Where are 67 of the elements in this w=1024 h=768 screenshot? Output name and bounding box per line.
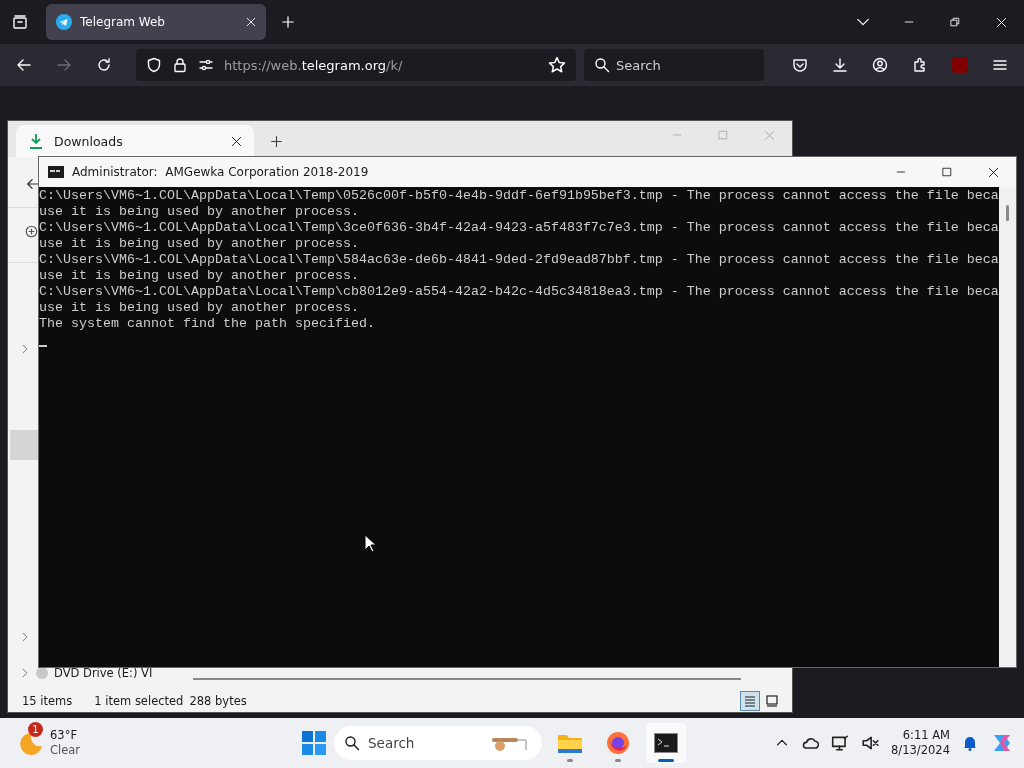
- pocket-icon[interactable]: [792, 57, 808, 73]
- reload-icon[interactable]: [96, 57, 112, 73]
- download-icon[interactable]: [832, 57, 848, 73]
- telegram-icon: [56, 14, 72, 30]
- download-icon: [28, 133, 44, 149]
- terminal-icon: [654, 733, 678, 753]
- chevron-right-icon: [20, 344, 30, 354]
- selection-info: 1 item selected: [94, 694, 184, 708]
- console-icon: [48, 166, 64, 178]
- console-line: use it is being used by another process.: [39, 204, 360, 220]
- permissions-icon[interactable]: [198, 57, 214, 73]
- chevron-right-icon: [20, 668, 30, 678]
- extensions-icon[interactable]: [912, 57, 928, 73]
- firefox-icon: [606, 731, 630, 755]
- maximize-icon[interactable]: [942, 167, 952, 177]
- folder-icon: [557, 732, 583, 754]
- search-field[interactable]: Search: [584, 49, 764, 81]
- add-circle-icon[interactable]: [25, 225, 38, 238]
- console-line: The system cannot find the path specified.: [39, 316, 376, 332]
- close-icon[interactable]: [987, 166, 999, 178]
- search-icon: [344, 735, 360, 751]
- search-icon: [594, 57, 610, 73]
- clock-date[interactable]: 8/13/2024: [891, 743, 950, 758]
- tab-list-icon[interactable]: [12, 14, 28, 30]
- menu-icon[interactable]: [992, 57, 1008, 73]
- console-line: C:\Users\VM6~1.COL\AppData\Local\Temp\3ce0f636-3b4f-42a4-9423-a5f483f7c7e3.tmp - The process cannot access the file beca: [39, 220, 999, 236]
- bookmark-star-icon[interactable]: [548, 56, 566, 74]
- text-cursor: [39, 345, 47, 347]
- account-icon[interactable]: [872, 57, 888, 73]
- nav-item[interactable]: DVD Drive (E:) VI: [54, 666, 153, 680]
- horizontal-scrollbar[interactable]: [193, 678, 741, 680]
- console-line: C:\Users\VM6~1.COL\AppData\Local\Temp\584ac63e-de6b-4841-9ded-2fd9ead87bbf.tmp - The process cannot access the file beca: [39, 252, 999, 268]
- window-title: Administrator: AMGewka Corporation 2018-2019: [72, 165, 369, 179]
- mouse-pointer-icon: [364, 534, 376, 553]
- console-line: use it is being used by another process.: [39, 268, 360, 284]
- plus-icon[interactable]: [269, 134, 283, 148]
- explorer-tab[interactable]: Downloads: [16, 125, 254, 157]
- start-icon[interactable]: [302, 731, 326, 755]
- chevron-right-icon: [20, 632, 30, 642]
- speaker-muted-icon[interactable]: [861, 734, 880, 752]
- list-icon: [744, 695, 756, 707]
- console-line: C:\Users\VM6~1.COL\AppData\Local\Temp\cb8012e9-a554-42a2-b42c-4d5c34818ea3.tmp - The process cannot access the file beca: [39, 284, 999, 300]
- back-arrow-icon[interactable]: [26, 177, 40, 191]
- temperature: 63°F: [50, 728, 78, 743]
- console-line: use it is being used by another process.: [39, 236, 360, 252]
- weather-condition: Clear: [50, 743, 81, 758]
- taskbar-app-button[interactable]: [646, 723, 686, 763]
- selected-row: [10, 430, 39, 460]
- console-line: C:\Users\VM6~1.COL\AppData\Local\Temp\0526c00f-b5f0-4e4b-9ddf-6ef91b95bef3.tmp - The process cannot access the file beca: [39, 188, 999, 204]
- restore-icon[interactable]: [950, 17, 960, 27]
- bell-icon[interactable]: [962, 735, 978, 751]
- details-view-button[interactable]: [740, 691, 760, 711]
- taskbar-search-field[interactable]: Search: [334, 726, 542, 760]
- display-icon[interactable]: [831, 734, 850, 752]
- lock-icon[interactable]: [172, 57, 188, 73]
- back-arrow-icon[interactable]: [16, 57, 32, 73]
- browser-tab[interactable]: Telegram Web: [46, 4, 266, 40]
- close-icon[interactable]: [231, 135, 242, 147]
- notification-badge: 1: [28, 722, 43, 737]
- console-line: use it is being used by another process.: [39, 300, 360, 316]
- clock-time[interactable]: 6:11 AM: [902, 728, 950, 743]
- tile-icon: [766, 695, 778, 707]
- item-count: 15 items: [22, 694, 73, 708]
- selection-size: 288 bytes: [189, 694, 247, 708]
- forward-arrow-icon[interactable]: [56, 57, 72, 73]
- shield-icon[interactable]: [146, 57, 162, 73]
- scrollbar-thumb[interactable]: [1006, 205, 1009, 221]
